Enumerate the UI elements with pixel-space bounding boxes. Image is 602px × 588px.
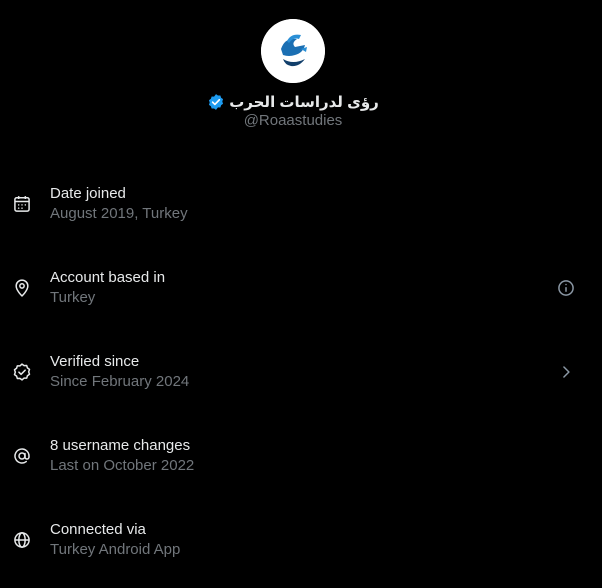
chevron-right-icon[interactable] xyxy=(556,362,576,382)
row-verified-since[interactable]: Verified since Since February 2024 xyxy=(0,336,586,420)
row-connected-via: Connected via Turkey Android App xyxy=(0,504,586,588)
row-title: 8 username changes xyxy=(50,437,191,454)
row-title: Date joined xyxy=(50,185,126,202)
row-subtitle: Since February 2024 xyxy=(50,373,190,390)
location-pin-icon xyxy=(12,278,32,298)
avatar[interactable] xyxy=(261,19,325,83)
row-title: Account based in xyxy=(50,269,166,286)
scrollbar[interactable] xyxy=(586,0,602,575)
row-text: Connected via Turkey Android App xyxy=(50,520,180,560)
row-title: Connected via xyxy=(50,521,146,538)
row-text: Date joined August 2019, Turkey xyxy=(50,184,188,224)
handle: @Roaastudies xyxy=(243,112,343,129)
row-subtitle: August 2019, Turkey xyxy=(50,205,188,222)
name-row: رؤى لدراسات الحرب xyxy=(0,91,586,113)
row-username-changes: 8 username changes Last on October 2022 xyxy=(0,420,586,504)
at-sign-icon xyxy=(12,446,32,466)
row-account-based-in: Account based in Turkey xyxy=(0,252,586,336)
calendar-icon xyxy=(12,194,32,214)
globe-icon xyxy=(12,530,32,550)
row-text: Account based in Turkey xyxy=(50,268,165,308)
row-title: Verified since xyxy=(50,353,140,370)
row-date-joined: Date joined August 2019, Turkey xyxy=(0,168,586,252)
row-subtitle: Turkey xyxy=(50,289,96,306)
row-subtitle: Turkey Android App xyxy=(50,541,181,558)
row-text: 8 username changes Last on October 2022 xyxy=(50,436,194,476)
row-subtitle: Last on October 2022 xyxy=(50,457,195,474)
display-name[interactable]: رؤى لدراسات الحرب xyxy=(229,93,379,111)
verified-badge-icon xyxy=(209,94,224,110)
about-account-list: Date joined August 2019, Turkey Account … xyxy=(0,168,586,588)
row-text: Verified since Since February 2024 xyxy=(50,352,189,392)
info-icon[interactable] xyxy=(556,278,576,298)
verified-check-icon xyxy=(12,362,32,382)
